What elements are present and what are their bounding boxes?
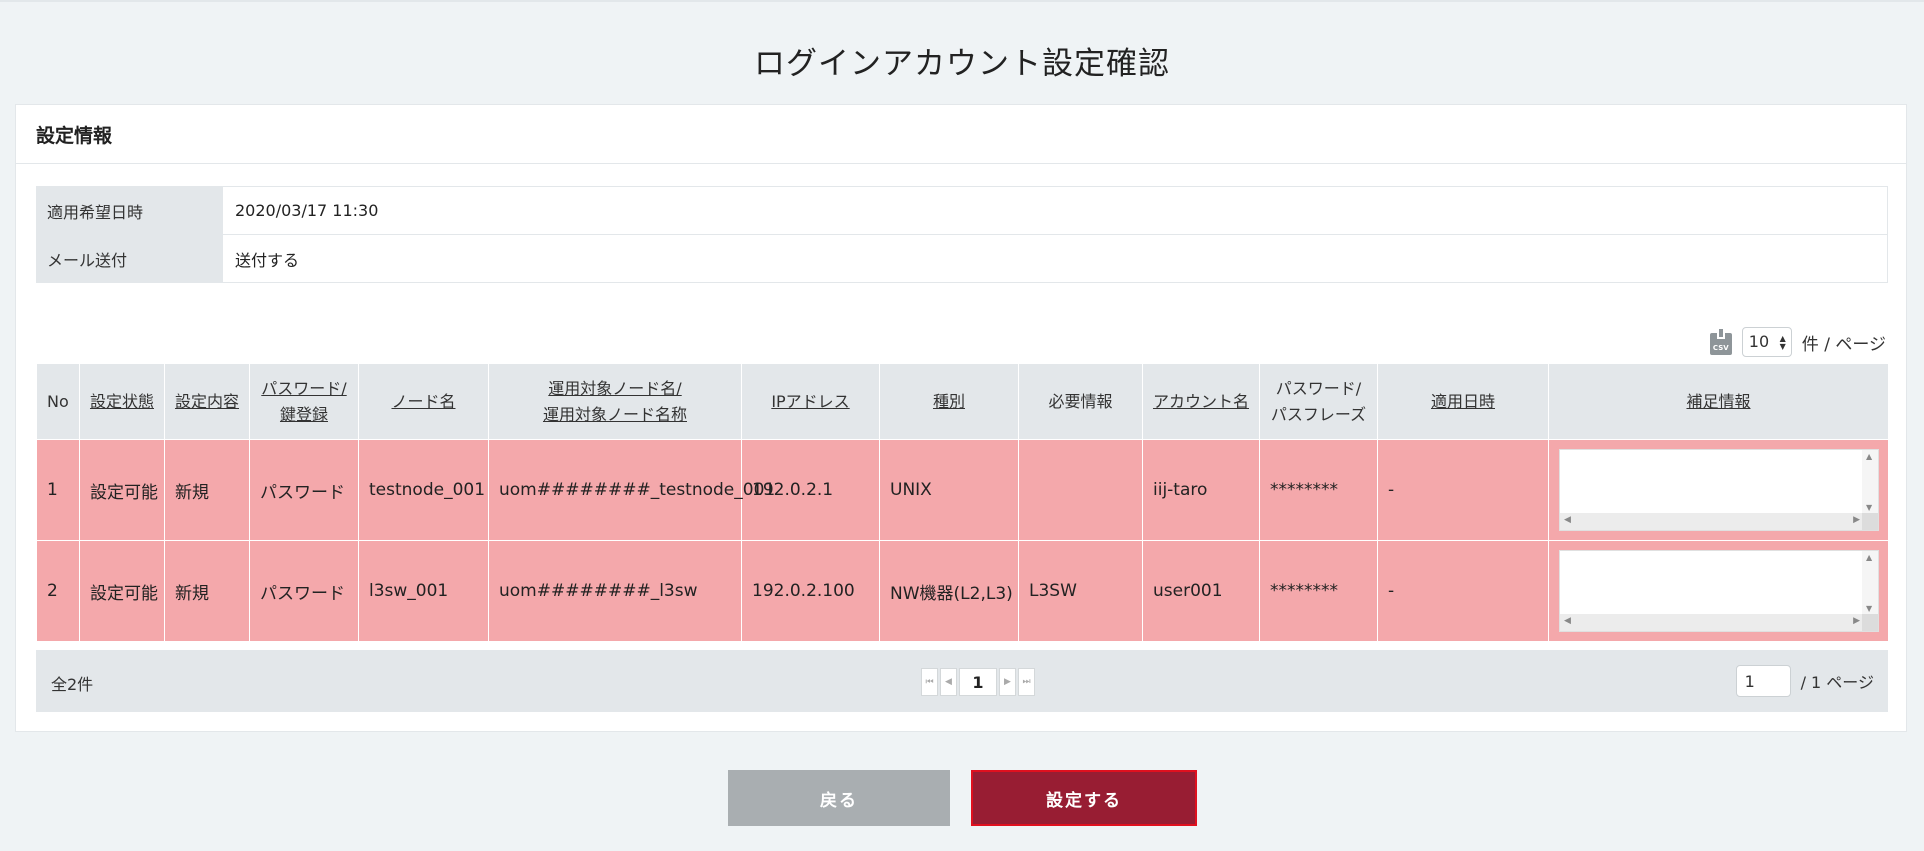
current-page[interactable]: 1 (959, 668, 997, 696)
info-row-apply-datetime: 適用希望日時 2020/03/17 11:30 (36, 186, 1888, 235)
page-jump: 1 / 1 ページ (1735, 665, 1874, 697)
col-password: パスワード/パスフレーズ (1259, 363, 1378, 440)
table-row: 1 設定可能 新規 パスワード testnode_001 uom########… (36, 439, 1889, 541)
cell-no: 2 (36, 540, 80, 642)
col-account[interactable]: アカウント名 (1142, 363, 1260, 440)
col-auth[interactable]: パスワード/鍵登録 (249, 363, 359, 440)
per-page-control: CSV 10 ▲ ▼ 件 / ページ (1709, 327, 1886, 357)
info-table: 適用希望日時 2020/03/17 11:30 メール送付 送付する (36, 186, 1888, 283)
horizontal-scrollbar[interactable]: ◀ ▶ (1560, 513, 1864, 530)
total-count: 全2件 (51, 675, 94, 694)
cell-status: 設定可能 (79, 540, 165, 642)
cell-auth: パスワード (249, 540, 359, 642)
cell-required: L3SW (1018, 540, 1143, 642)
cell-account: iij-taro (1142, 439, 1260, 541)
col-no: No (36, 363, 80, 440)
cell-required (1018, 439, 1143, 541)
col-required: 必要情報 (1018, 363, 1143, 440)
cell-applied: - (1377, 540, 1549, 642)
cell-note: ▲ ▼ ◀ ▶ (1548, 439, 1889, 541)
vertical-scrollbar[interactable]: ▲ ▼ (1862, 551, 1878, 615)
csv-download-icon[interactable]: CSV (1709, 329, 1732, 355)
cell-note: ▲ ▼ ◀ ▶ (1548, 540, 1889, 642)
pagination: ⏮ ◀ 1 ▶ ⏭ (921, 668, 1035, 696)
cell-type: NW機器(L2,L3) (879, 540, 1019, 642)
info-label: 適用希望日時 (36, 186, 223, 235)
submit-button[interactable]: 設定する (971, 770, 1197, 826)
settings-panel: 設定情報 適用希望日時 2020/03/17 11:30 メール送付 送付する … (15, 104, 1907, 732)
cell-node: l3sw_001 (358, 540, 489, 642)
col-content[interactable]: 設定内容 (164, 363, 250, 440)
account-table: No 設定状態 設定内容 パスワード/鍵登録 ノード名 運用対象ノード名/運用対… (36, 363, 1889, 642)
page-input[interactable]: 1 (1735, 665, 1791, 697)
cell-password: ******** (1259, 540, 1378, 642)
cell-content: 新規 (164, 540, 250, 642)
last-page-icon[interactable]: ⏭ (1018, 668, 1035, 696)
prev-page-icon[interactable]: ◀ (940, 668, 957, 696)
col-applied[interactable]: 適用日時 (1377, 363, 1549, 440)
table-footer: 全2件 ⏮ ◀ 1 ▶ ⏭ 1 / 1 ページ (36, 650, 1888, 712)
table-header-row: No 設定状態 設定内容 パスワード/鍵登録 ノード名 運用対象ノード名/運用対… (36, 363, 1889, 440)
col-type[interactable]: 種別 (879, 363, 1019, 440)
cell-target-node: uom########_l3sw (488, 540, 742, 642)
cell-content: 新規 (164, 439, 250, 541)
cell-no: 1 (36, 439, 80, 541)
cell-status: 設定可能 (79, 439, 165, 541)
info-label: メール送付 (36, 234, 223, 283)
panel-title: 設定情報 (16, 105, 1906, 164)
cell-applied: - (1377, 439, 1549, 541)
next-page-icon[interactable]: ▶ (999, 668, 1016, 696)
cell-node: testnode_001 (358, 439, 489, 541)
table-row: 2 設定可能 新規 パスワード l3sw_001 uom########_l3s… (36, 540, 1889, 642)
first-page-icon[interactable]: ⏮ (921, 668, 938, 696)
col-node[interactable]: ノード名 (358, 363, 489, 440)
horizontal-scrollbar[interactable]: ◀ ▶ (1560, 614, 1864, 631)
cell-ip: 192.0.2.100 (741, 540, 880, 642)
page-suffix: / 1 ページ (1800, 673, 1874, 692)
col-ip[interactable]: IPアドレス (741, 363, 880, 440)
col-status[interactable]: 設定状態 (79, 363, 165, 440)
per-page-suffix: 件 / ページ (1801, 334, 1886, 355)
cell-target-node: uom########_testnode_001 (488, 439, 775, 541)
page-title: ログインアカウント設定確認 (754, 46, 1170, 82)
cell-account: user001 (1142, 540, 1260, 642)
vertical-scrollbar[interactable]: ▲ ▼ (1862, 450, 1878, 514)
info-row-mail: メール送付 送付する (36, 234, 1888, 283)
back-button[interactable]: 戻る (728, 770, 950, 826)
col-note[interactable]: 補足情報 (1548, 363, 1889, 440)
cell-ip: 192.0.2.1 (741, 439, 880, 541)
cell-auth: パスワード (249, 439, 359, 541)
info-value: 送付する (222, 234, 1888, 283)
cell-password: ******** (1259, 439, 1378, 541)
top-divider (0, 0, 1924, 2)
select-arrows-icon: ▲ ▼ (1779, 334, 1786, 351)
note-textarea[interactable]: ▲ ▼ ◀ ▶ (1559, 449, 1879, 531)
cell-type: UNIX (879, 439, 1019, 541)
col-target-node[interactable]: 運用対象ノード名/運用対象ノード名称 (488, 363, 742, 440)
per-page-select[interactable]: 10 ▲ ▼ (1741, 327, 1792, 357)
info-value: 2020/03/17 11:30 (222, 186, 1888, 235)
note-textarea[interactable]: ▲ ▼ ◀ ▶ (1559, 550, 1879, 632)
